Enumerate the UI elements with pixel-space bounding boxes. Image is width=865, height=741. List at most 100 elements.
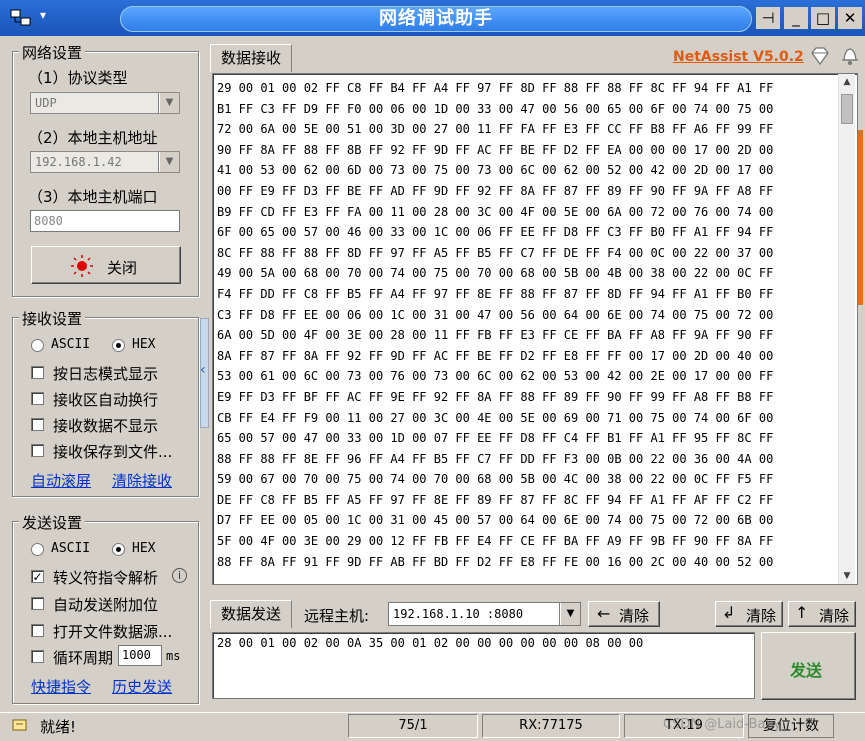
receive-line: CB FF E4 FF F9 00 11 00 27 00 3C 00 4E 0… bbox=[217, 410, 774, 425]
receive-line: B9 FF CD FF E3 FF FA 00 11 00 28 00 3C 0… bbox=[217, 204, 774, 219]
recv-ascii-radio[interactable] bbox=[31, 339, 44, 352]
save-to-file-checkbox[interactable] bbox=[31, 444, 44, 457]
receive-line: C3 FF D8 FF EE 00 06 00 1C 00 31 00 47 0… bbox=[217, 307, 774, 322]
receive-line: 53 00 61 00 6C 00 73 00 76 00 73 00 6C 0… bbox=[217, 369, 774, 384]
bell-icon[interactable] bbox=[839, 45, 861, 67]
auto-wrap-checkbox[interactable] bbox=[31, 392, 44, 405]
diamond-icon[interactable] bbox=[809, 46, 831, 66]
close-window-button[interactable]: ✕ bbox=[838, 7, 862, 29]
send-ascii-radio[interactable] bbox=[31, 543, 44, 556]
protocol-dropdown-icon[interactable]: ▼ bbox=[159, 93, 179, 113]
rx-counter: RX:77175 bbox=[482, 714, 620, 738]
send-ascii-label: ASCII bbox=[51, 541, 91, 556]
receive-data: 29 00 01 00 02 FF C8 FF B4 FF A4 FF 97 F… bbox=[217, 78, 833, 572]
hide-data-label: 接收数据不显示 bbox=[53, 417, 159, 435]
receive-scrollbar[interactable]: ▲ ▼ bbox=[838, 74, 855, 584]
receive-line: 00 FF E9 FF D3 FF BE FF AD FF 9D FF 92 F… bbox=[217, 183, 774, 198]
send-hex-label: HEX bbox=[132, 541, 156, 556]
log-mode-checkbox[interactable] bbox=[31, 366, 44, 379]
recv-hex-label: HEX bbox=[132, 337, 156, 352]
receive-line: 88 FF 88 FF 8E FF 96 FF A4 FF B5 FF C7 F… bbox=[217, 451, 774, 466]
send-button-label: 发送 bbox=[790, 661, 823, 680]
cycle-checkbox[interactable] bbox=[31, 650, 44, 663]
send-history-link[interactable]: 历史发送 bbox=[112, 676, 172, 697]
send-data: 28 00 01 00 02 00 0A 35 00 01 02 00 00 0… bbox=[217, 636, 644, 650]
local-host-label: （2）本地主机地址 bbox=[28, 129, 158, 147]
auto-append-label: 自动发送附加位 bbox=[53, 596, 159, 614]
log-mode-label: 按日志模式显示 bbox=[53, 365, 159, 383]
collapse-arrow-icon[interactable]: ‹ bbox=[200, 362, 209, 378]
protocol-label: （1）协议类型 bbox=[28, 69, 128, 87]
file-source-checkbox[interactable] bbox=[31, 624, 44, 637]
clear-all-button[interactable]: ↑ 清除 bbox=[788, 601, 856, 627]
receive-line: E9 FF D3 FF BF FF AC FF 9E FF 92 FF 8A F… bbox=[217, 389, 774, 404]
receive-line: 49 00 5A 00 68 00 70 00 74 00 75 00 70 0… bbox=[217, 266, 774, 281]
network-settings-label: 网络设置 bbox=[19, 42, 86, 63]
hide-data-checkbox[interactable] bbox=[31, 418, 44, 431]
send-textarea[interactable]: 28 00 01 00 02 00 0A 35 00 01 02 00 00 0… bbox=[212, 632, 755, 699]
clear-remote-button[interactable]: ← 清除 bbox=[588, 601, 660, 627]
receive-textarea[interactable]: 29 00 01 00 02 FF C8 FF B4 FF A4 FF 97 F… bbox=[212, 73, 858, 585]
file-source-label: 打开文件数据源... bbox=[53, 623, 173, 641]
close-connection-button[interactable]: 关闭 bbox=[31, 246, 181, 284]
cycle-label: 循环周期 bbox=[53, 649, 114, 667]
send-button[interactable]: 发送 bbox=[761, 632, 856, 700]
system-menu-icon[interactable]: ▾ bbox=[40, 8, 100, 28]
receive-line: 6F 00 65 00 57 00 46 00 33 00 1C 00 06 F… bbox=[217, 225, 774, 240]
receive-line: 90 FF 8A FF 88 FF 8B FF 92 FF 9D FF AC F… bbox=[217, 142, 774, 157]
auto-scroll-link[interactable]: 自动滚屏 bbox=[31, 470, 91, 491]
send-settings-label: 发送设置 bbox=[19, 512, 86, 533]
recv-ascii-label: ASCII bbox=[51, 337, 91, 352]
app-icon[interactable] bbox=[10, 8, 32, 28]
save-to-file-label: 接收保存到文件... bbox=[53, 443, 173, 461]
pin-icon[interactable]: ⊣ bbox=[756, 7, 780, 29]
scroll-up-icon[interactable]: ▲ bbox=[839, 74, 855, 90]
auto-wrap-label: 接收区自动换行 bbox=[53, 391, 159, 409]
clear-receive-link[interactable]: 清除接收 bbox=[112, 470, 172, 491]
status-text: 就绪! bbox=[40, 718, 77, 736]
recv-hex-radio[interactable] bbox=[112, 339, 125, 352]
local-host-select[interactable]: 192.168.1.42 bbox=[30, 151, 180, 173]
protocol-value: UDP bbox=[35, 96, 57, 110]
cycle-period-input[interactable]: 1000 bbox=[118, 645, 162, 666]
version-link[interactable]: NetAssist V5.0.2 bbox=[673, 49, 804, 65]
receive-line: 8A FF 87 FF 8A FF 92 FF 9D FF AC FF BE F… bbox=[217, 348, 774, 363]
maximize-button[interactable]: □ bbox=[811, 7, 835, 29]
status-icon bbox=[12, 717, 30, 733]
receive-settings-label: 接收设置 bbox=[19, 308, 86, 329]
clear-remote-label: 清除 bbox=[619, 607, 650, 625]
clear-send-button[interactable]: ↲ 清除 bbox=[715, 601, 783, 627]
receive-line: B1 FF C3 FF D9 FF F0 00 06 00 1D 00 33 0… bbox=[217, 101, 774, 116]
tab-receive[interactable]: 数据接收 bbox=[210, 44, 292, 72]
receive-line: 65 00 57 00 47 00 33 00 1D 00 07 FF EE F… bbox=[217, 431, 774, 446]
corner-arrow-icon: ↲ bbox=[722, 603, 736, 622]
scroll-down-icon[interactable]: ▼ bbox=[839, 568, 855, 584]
packet-counter: 75/1 bbox=[348, 714, 478, 738]
clear-send-label: 清除 bbox=[746, 607, 777, 625]
remote-host-dropdown-icon[interactable]: ▼ bbox=[560, 603, 580, 625]
minimize-button[interactable]: _ bbox=[784, 7, 808, 29]
remote-host-select[interactable]: 192.168.1.10 :8080 bbox=[388, 602, 581, 626]
escape-parse-checkbox[interactable]: ✓ bbox=[31, 570, 44, 583]
receive-line: 29 00 01 00 02 FF C8 FF B4 FF A4 FF 97 F… bbox=[217, 81, 774, 95]
tab-send[interactable]: 数据发送 bbox=[210, 600, 292, 628]
receive-line: D7 FF EE 00 05 00 1C 00 31 00 45 00 57 0… bbox=[217, 513, 774, 528]
remote-host-value: 192.168.1.10 :8080 bbox=[393, 607, 524, 621]
scroll-thumb[interactable] bbox=[841, 94, 853, 124]
protocol-select[interactable]: UDP bbox=[30, 92, 180, 114]
side-accent-bar bbox=[858, 130, 863, 305]
receive-line: 59 00 67 00 70 00 75 00 74 00 70 00 68 0… bbox=[217, 472, 774, 487]
send-hex-radio[interactable] bbox=[112, 543, 125, 556]
close-button-label: 关闭 bbox=[107, 259, 138, 277]
receive-line: 6A 00 5D 00 4F 00 3E 00 28 00 11 FF FB F… bbox=[217, 328, 774, 343]
watermark: CSDN @Laid-Baby bbox=[663, 717, 782, 732]
shortcut-command-link[interactable]: 快捷指令 bbox=[31, 676, 91, 697]
local-port-input[interactable]: 8080 bbox=[30, 210, 180, 232]
local-port-label: （3）本地主机端口 bbox=[28, 188, 158, 206]
info-icon[interactable]: i bbox=[172, 568, 187, 583]
auto-append-checkbox[interactable] bbox=[31, 597, 44, 610]
remote-host-label: 远程主机: bbox=[304, 607, 370, 625]
local-host-dropdown-icon[interactable]: ▼ bbox=[159, 152, 179, 172]
escape-parse-label: 转义符指令解析 bbox=[53, 569, 159, 587]
receive-line: DE FF C8 FF B5 FF A5 FF 97 FF 8E FF 89 F… bbox=[217, 492, 774, 507]
